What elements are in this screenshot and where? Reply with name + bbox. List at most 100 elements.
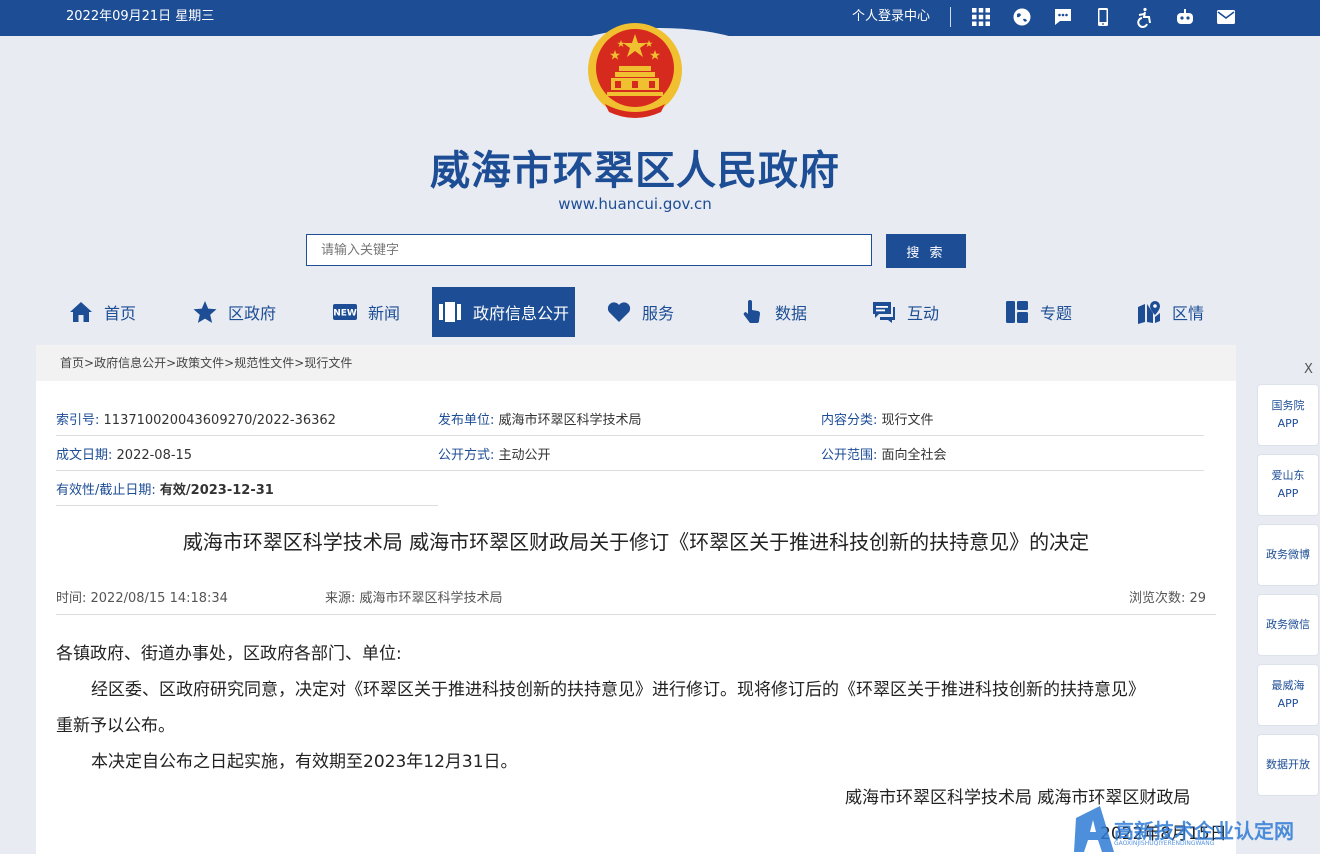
nav-label: 专题: [1040, 304, 1073, 323]
search-button[interactable]: 搜 索: [886, 234, 966, 268]
breadcrumb-separator: >: [224, 356, 235, 370]
sidebar-item-sublabel: APP: [1277, 487, 1299, 500]
sidebar-item-ai-shandong-app[interactable]: 爱山东 APP: [1257, 454, 1319, 516]
grid-icon[interactable]: [970, 6, 992, 28]
meta-method: 公开方式: 主动公开: [438, 444, 551, 463]
meta-label: 公开方式:: [438, 448, 495, 463]
meta-validity: 有效性/截止日期: 有效/2023-12-31: [56, 479, 274, 498]
meta-scope: 公开范围: 面向全社会: [821, 444, 947, 463]
nav-label: 服务: [642, 304, 675, 323]
sidebar-item-label: 政务微博: [1266, 548, 1310, 561]
sidebar-close-button[interactable]: X: [1304, 362, 1313, 377]
watermark-subtext: GAOXINJISHUQIYERENDINGWANG: [1114, 840, 1215, 847]
breadcrumb-separator: >: [294, 356, 305, 370]
meta-value: 有效/2023-12-31: [159, 483, 274, 498]
sidebar-item-label: 政务微信: [1266, 618, 1310, 631]
nav-label: 互动: [907, 304, 940, 323]
meta-label: 发布单位:: [438, 413, 495, 428]
nav-data[interactable]: 数据: [739, 287, 807, 337]
nav-label: 区政府: [228, 304, 277, 323]
layout-icon: [1006, 301, 1028, 323]
sidebar-item-zui-weihai-app[interactable]: 最威海 APP: [1257, 664, 1319, 726]
nav-label: 政府信息公开: [473, 304, 570, 323]
breadcrumb-item[interactable]: 现行文件: [304, 356, 352, 370]
mail-icon[interactable]: [1215, 6, 1237, 28]
sidebar-item-open-data[interactable]: 数据开放: [1257, 734, 1319, 796]
meta-value: 113710020043609270/2022-36362: [103, 413, 336, 428]
document-source: 来源: 威海市环翠区科学技术局: [325, 591, 503, 606]
sidebar-item-weibo[interactable]: 政务微博: [1257, 524, 1319, 586]
breadcrumb-item[interactable]: 政府信息公开: [94, 356, 166, 370]
nav-label: 首页: [104, 304, 137, 323]
nav-district-overview[interactable]: 区情: [1136, 287, 1204, 337]
new-badge-icon: NEW: [333, 304, 357, 320]
personal-login-link[interactable]: 个人登录中心: [852, 0, 930, 33]
meta-publisher: 发布单位: 威海市环翠区科学技术局: [438, 409, 642, 428]
nav-home[interactable]: 首页: [68, 287, 136, 337]
nav-topics[interactable]: 专题: [1004, 287, 1072, 337]
chat-icon: [873, 302, 895, 323]
paragraph: 经区委、区政府研究同意，决定对《环翠区关于推进科技创新的扶持意见》进行修订。现将…: [91, 680, 1145, 700]
search-input[interactable]: [306, 234, 872, 266]
sidebar-item-label: 最威海: [1271, 679, 1305, 692]
nav-label: 新闻: [368, 304, 401, 323]
message-icon[interactable]: [1052, 6, 1074, 28]
meta-value: 2022-08-15: [116, 448, 193, 463]
sidebar-item-label: 国务院: [1271, 399, 1305, 412]
nav-district-government[interactable]: 区政府: [192, 287, 276, 337]
home-icon: [70, 302, 92, 322]
publish-time: 时间: 2022/08/15 14:18:34: [56, 591, 228, 606]
star-icon: [193, 301, 217, 323]
sidebar-item-wechat[interactable]: 政务微信: [1257, 594, 1319, 656]
paragraph-continuation: 重新予以公布。: [56, 716, 175, 736]
document-title: 威海市环翠区科学技术局 威海市环翠区财政局关于修订《环翠区关于推进科技创新的扶持…: [182, 530, 1090, 554]
sidebar-item-label: 爱山东: [1271, 469, 1305, 482]
sidebar-item-sublabel: APP: [1277, 697, 1299, 710]
meta-label: 成文日期:: [56, 448, 113, 463]
globe-icon[interactable]: [1011, 6, 1033, 28]
nav-interaction[interactable]: 互动: [871, 287, 939, 337]
divider: [950, 7, 951, 27]
meta-label: 内容分类:: [821, 413, 878, 428]
meta-label: 索引号:: [56, 413, 100, 428]
main-nav: 首页 区政府 NEW 新闻 政府信息公开 服务 数据 互动 专题 区情: [56, 287, 1226, 337]
site-url[interactable]: www.huancui.gov.cn: [0, 195, 1270, 213]
robot-icon[interactable]: [1174, 6, 1196, 28]
divider: [56, 470, 1204, 471]
current-date: 2022年09月21日 星期三: [66, 9, 215, 24]
breadcrumb-item[interactable]: 规范性文件: [234, 356, 294, 370]
mobile-icon[interactable]: [1092, 6, 1114, 28]
nav-services[interactable]: 服务: [606, 287, 674, 337]
breadcrumb-separator: >: [84, 356, 95, 370]
divider: [56, 505, 438, 506]
divider: [56, 614, 1216, 615]
breadcrumb-separator: >: [166, 356, 177, 370]
meta-value: 主动公开: [498, 448, 551, 463]
breadcrumb-item[interactable]: 政策文件: [176, 356, 224, 370]
national-emblem: [585, 20, 685, 124]
sidebar-item-state-council-app[interactable]: 国务院 APP: [1257, 384, 1319, 446]
heart-icon: [607, 302, 631, 322]
divider: [56, 435, 1204, 436]
meta-date: 成文日期: 2022-08-15: [56, 444, 192, 463]
meta-label: 公开范围:: [821, 448, 878, 463]
accessibility-icon[interactable]: [1133, 6, 1155, 28]
paragraph: 本决定自公布之日起实施，有效期至2023年12月31日。: [91, 752, 518, 772]
meta-value: 威海市环翠区科学技术局: [498, 413, 642, 428]
nav-news[interactable]: NEW 新闻: [332, 287, 400, 337]
breadcrumb: 首页>政府信息公开>政策文件>规范性文件>现行文件: [36, 345, 1236, 381]
nav-label: 数据: [775, 304, 808, 323]
breadcrumb-item[interactable]: 首页: [60, 356, 84, 370]
sidebar-item-sublabel: APP: [1277, 417, 1299, 430]
map-pin-icon: [1138, 301, 1160, 324]
site-title: 威海市环翠区人民政府: [430, 147, 840, 194]
nav-government-info[interactable]: 政府信息公开: [432, 287, 575, 337]
meta-index: 索引号: 113710020043609270/2022-36362: [56, 409, 336, 428]
columns-icon: [439, 302, 461, 322]
meta-value: 现行文件: [881, 413, 934, 428]
meta-value: 面向全社会: [881, 448, 947, 463]
sidebar-item-label: 数据开放: [1266, 758, 1310, 771]
hand-pointer-icon: [743, 300, 761, 323]
svg-text:NEW: NEW: [333, 309, 357, 319]
meta-label: 有效性/截止日期:: [56, 483, 156, 498]
